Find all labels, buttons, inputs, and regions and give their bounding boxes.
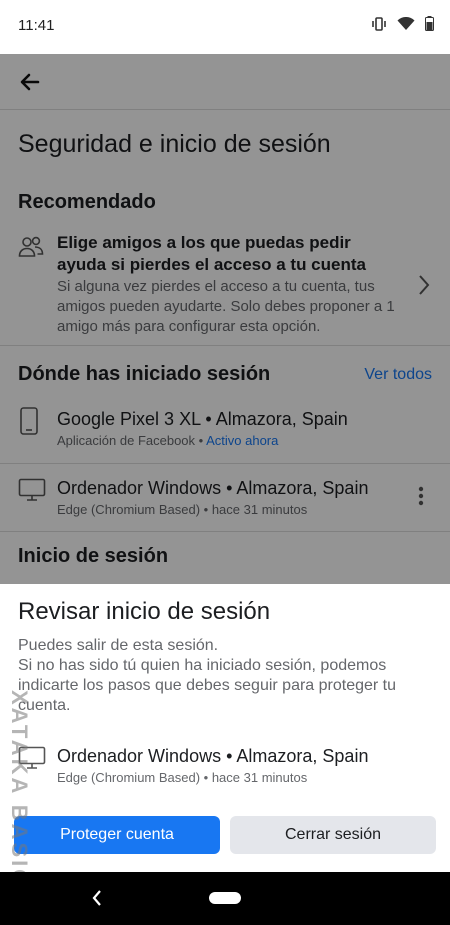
status-bar: 11:41 — [0, 0, 450, 54]
vibrate-icon — [372, 16, 386, 31]
sheet-body: Puedes salir de esta sesión. Si no has s… — [18, 637, 397, 714]
sheet-title: Revisar inicio de sesión — [18, 598, 271, 625]
dim-overlay — [0, 54, 450, 584]
battery-icon — [425, 16, 434, 31]
status-time: 11:41 — [18, 17, 55, 34]
protect-account-button[interactable]: Proteger cuenta — [14, 816, 220, 854]
logout-button[interactable]: Cerrar sesión — [230, 816, 436, 854]
wifi-icon — [397, 16, 415, 30]
sheet-device-row: Ordenador Windows • Almazora, Spain Edge… — [0, 734, 450, 796]
sheet-device-name: Ordenador Windows • Almazora, Spain — [57, 746, 369, 766]
nav-home-pill[interactable] — [209, 892, 241, 904]
sheet-device-meta: Edge (Chromium Based) • hace 31 minutos — [57, 770, 308, 785]
system-nav-bar — [0, 872, 450, 925]
nav-back-icon[interactable] — [91, 889, 103, 907]
review-login-sheet: Revisar inicio de sesión Puedes salir de… — [0, 584, 450, 872]
status-icons — [371, 16, 434, 31]
